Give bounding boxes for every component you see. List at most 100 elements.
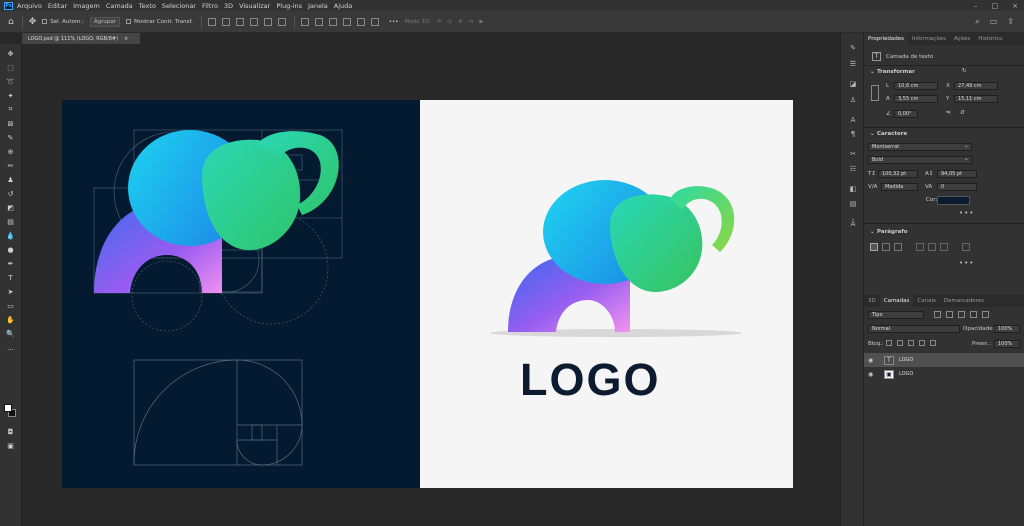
more-tools-icon[interactable]: … — [5, 343, 16, 352]
menu-texto[interactable]: Texto — [139, 2, 156, 10]
gradient-tool-icon[interactable]: ▤ — [5, 217, 16, 226]
filter-shape-icon[interactable] — [970, 311, 977, 318]
layer-name[interactable]: LOGO — [899, 371, 913, 377]
layer-name[interactable]: LOGO — [899, 357, 913, 363]
blend-mode-select[interactable]: Normal — [868, 325, 960, 333]
filter-type-icon[interactable] — [958, 311, 965, 318]
menu-janela[interactable]: Janela — [308, 2, 328, 10]
menu-3d[interactable]: 3D — [224, 2, 233, 10]
flip-vertical-icon[interactable]: ⇵ — [960, 110, 965, 116]
tools-panel-icon[interactable]: ✂ — [847, 149, 859, 159]
tab-properties[interactable]: Propriedades — [864, 33, 908, 45]
brush-tool-icon[interactable]: ✏ — [5, 161, 16, 170]
distribute-bottom-icon[interactable] — [328, 17, 337, 26]
dodge-tool-icon[interactable]: ● — [5, 245, 16, 254]
filter-pixel-icon[interactable] — [934, 311, 941, 318]
tab-3d[interactable]: 3D — [864, 298, 880, 304]
distribute-top-icon[interactable] — [300, 17, 309, 26]
menu-filtro[interactable]: Filtro — [202, 2, 218, 10]
eraser-tool-icon[interactable]: ◩ — [5, 203, 16, 212]
tab-actions[interactable]: Ações — [950, 36, 974, 42]
healing-brush-icon[interactable]: ⊕ — [5, 147, 16, 156]
more-options-icon[interactable]: ••• — [959, 259, 974, 267]
visibility-eye-icon[interactable]: ◉ — [868, 371, 876, 378]
align-top-icon[interactable] — [249, 17, 258, 26]
distribute-left-icon[interactable] — [342, 17, 351, 26]
tab-channels[interactable]: Canais — [913, 298, 939, 304]
video-3d-icon[interactable]: ▶ — [479, 19, 483, 25]
align-center-text-icon[interactable] — [882, 243, 890, 251]
align-center-icon[interactable] — [221, 17, 230, 26]
foreground-color-swatch[interactable] — [4, 404, 12, 412]
flip-horizontal-icon[interactable]: ⇋ — [946, 110, 951, 116]
width-field[interactable]: 10,6 cm — [894, 82, 938, 90]
distribute-middle-icon[interactable] — [314, 17, 323, 26]
hand-tool-icon[interactable]: ✋ — [5, 315, 16, 324]
blur-tool-icon[interactable]: 💧 — [5, 231, 16, 240]
menu-camada[interactable]: Camada — [106, 2, 133, 10]
note-panel-icon[interactable]: ▤ — [847, 199, 859, 209]
x-position-field[interactable]: 27,49 cm — [954, 82, 998, 90]
document-tab[interactable]: LOGO.psd @ 111% (LOGO, RGB/8#) × — [22, 33, 140, 44]
layer-filter-select[interactable]: Tipo — [868, 311, 924, 319]
menu-ajuda[interactable]: Ajuda — [334, 2, 352, 10]
glyph-panel-icon[interactable]: Ā — [847, 219, 859, 229]
show-transform-checkbox[interactable]: Mostrar Contr. Transf. — [126, 19, 193, 25]
font-style-select[interactable]: Bold — [868, 156, 972, 164]
align-bottom-icon[interactable] — [277, 17, 286, 26]
eyedropper-icon[interactable]: ✎ — [5, 133, 16, 142]
link-icon[interactable] — [871, 85, 879, 101]
history-brush-icon[interactable]: ↺ — [5, 189, 16, 198]
pen-tool-icon[interactable]: ✒ — [5, 259, 16, 268]
layer-comp-icon[interactable]: ◧ — [847, 184, 859, 194]
text-color-swatch[interactable] — [937, 196, 970, 205]
justify-right-icon[interactable] — [940, 243, 948, 251]
paragraph-chevron-icon[interactable]: ⌄ — [870, 229, 875, 235]
font-family-select[interactable]: Montserrat — [868, 143, 972, 151]
fill-field[interactable]: 100% — [994, 340, 1020, 348]
menu-imagem[interactable]: Imagem — [73, 2, 100, 10]
tracking-field[interactable]: 0 — [937, 183, 977, 191]
visibility-eye-icon[interactable]: ◉ — [868, 357, 876, 364]
align-left-text-icon[interactable] — [870, 243, 878, 251]
more-options-icon[interactable]: ••• — [389, 19, 399, 25]
layer-row[interactable]: ◉ ▣ LOGO — [864, 367, 1024, 381]
more-options-icon[interactable]: ••• — [959, 209, 974, 217]
distribute-center-icon[interactable] — [356, 17, 365, 26]
canvas-right-panel[interactable] — [420, 100, 793, 488]
lock-transparent-icon[interactable] — [886, 340, 892, 346]
shape-tool-icon[interactable]: ▭ — [5, 301, 16, 310]
lock-pixels-icon[interactable] — [897, 340, 903, 346]
type-tool-icon[interactable]: T — [5, 273, 16, 282]
share-icon[interactable]: ⇪ — [1007, 17, 1014, 27]
slide-3d-icon[interactable]: ⇔ — [469, 19, 474, 25]
align-left-icon[interactable] — [207, 17, 216, 26]
canvas-left-panel[interactable] — [62, 100, 420, 488]
orbit-3d-icon[interactable]: ⟲ — [437, 19, 442, 25]
transform-chevron-icon[interactable]: ⌄ — [870, 69, 875, 75]
maximize-icon[interactable]: □ — [992, 2, 999, 10]
pan-3d-icon[interactable]: ✣ — [458, 19, 463, 25]
tab-info[interactable]: Informações — [908, 36, 950, 42]
minimize-icon[interactable]: – — [974, 2, 978, 10]
move-tool-icon[interactable]: ✥ — [29, 17, 37, 27]
opacity-field[interactable]: 100% — [994, 325, 1020, 333]
font-size-field[interactable]: 100,32 pt — [878, 170, 918, 178]
clone-stamp-icon[interactable]: ♟ — [5, 175, 16, 184]
paragraph-panel-icon[interactable]: ¶ — [847, 129, 859, 139]
logo-wordmark[interactable]: LOGO — [520, 354, 661, 406]
crop-tool-icon[interactable]: ⌗ — [5, 105, 16, 114]
layer-row[interactable]: ◉ T LOGO — [864, 353, 1024, 367]
tab-paths[interactable]: Demarcadores — [940, 298, 988, 304]
auto-select-checkbox[interactable]: Sel. Autom.: — [42, 19, 84, 25]
zoom-tool-icon[interactable]: 🔍 — [5, 329, 16, 338]
lock-position-icon[interactable] — [908, 340, 914, 346]
justify-all-icon[interactable] — [962, 243, 970, 251]
height-field[interactable]: 3,55 cm — [894, 95, 938, 103]
frame-tool-icon[interactable]: ⊠ — [5, 119, 16, 128]
justify-left-icon[interactable] — [916, 243, 924, 251]
tab-history[interactable]: Histórico — [974, 36, 1006, 42]
fill-panel-icon[interactable]: ◪ — [847, 79, 859, 89]
adjust-panel-icon[interactable]: ☰ — [847, 59, 859, 69]
magic-wand-icon[interactable]: ✦ — [5, 91, 16, 100]
